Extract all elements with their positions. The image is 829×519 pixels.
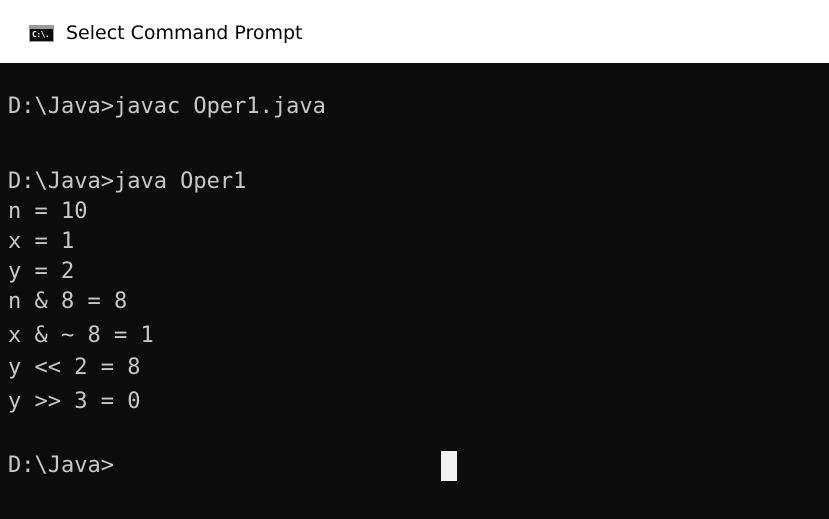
title-bar[interactable]: C:\. Select Command Prompt <box>0 0 829 63</box>
console-prompt[interactable]: D:\Java> <box>8 451 114 481</box>
console-line: D:\Java>javac Oper1.java <box>8 94 326 119</box>
command-prompt-window: C:\. Select Command Prompt D:\Java>javac… <box>0 0 829 519</box>
console-line: n & 8 = 8 <box>8 289 128 314</box>
console-line: y >> 3 = 0 <box>8 389 141 414</box>
cmd-icon-label: C:\. <box>32 30 50 39</box>
window-title: Select Command Prompt <box>66 22 303 44</box>
console-line: D:\Java>java Oper1 <box>8 169 247 194</box>
console-line: y = 2 <box>8 259 75 284</box>
console-output[interactable]: D:\Java>javac Oper1.java D:\Java>java Op… <box>0 63 829 519</box>
text-cursor <box>441 451 457 481</box>
console-line: x = 1 <box>8 229 75 254</box>
cmd-icon[interactable]: C:\. <box>29 25 54 42</box>
console-line: y << 2 = 8 <box>8 355 141 380</box>
console-line: x & ~ 8 = 1 <box>8 323 154 348</box>
console-line: n = 10 <box>8 199 88 224</box>
